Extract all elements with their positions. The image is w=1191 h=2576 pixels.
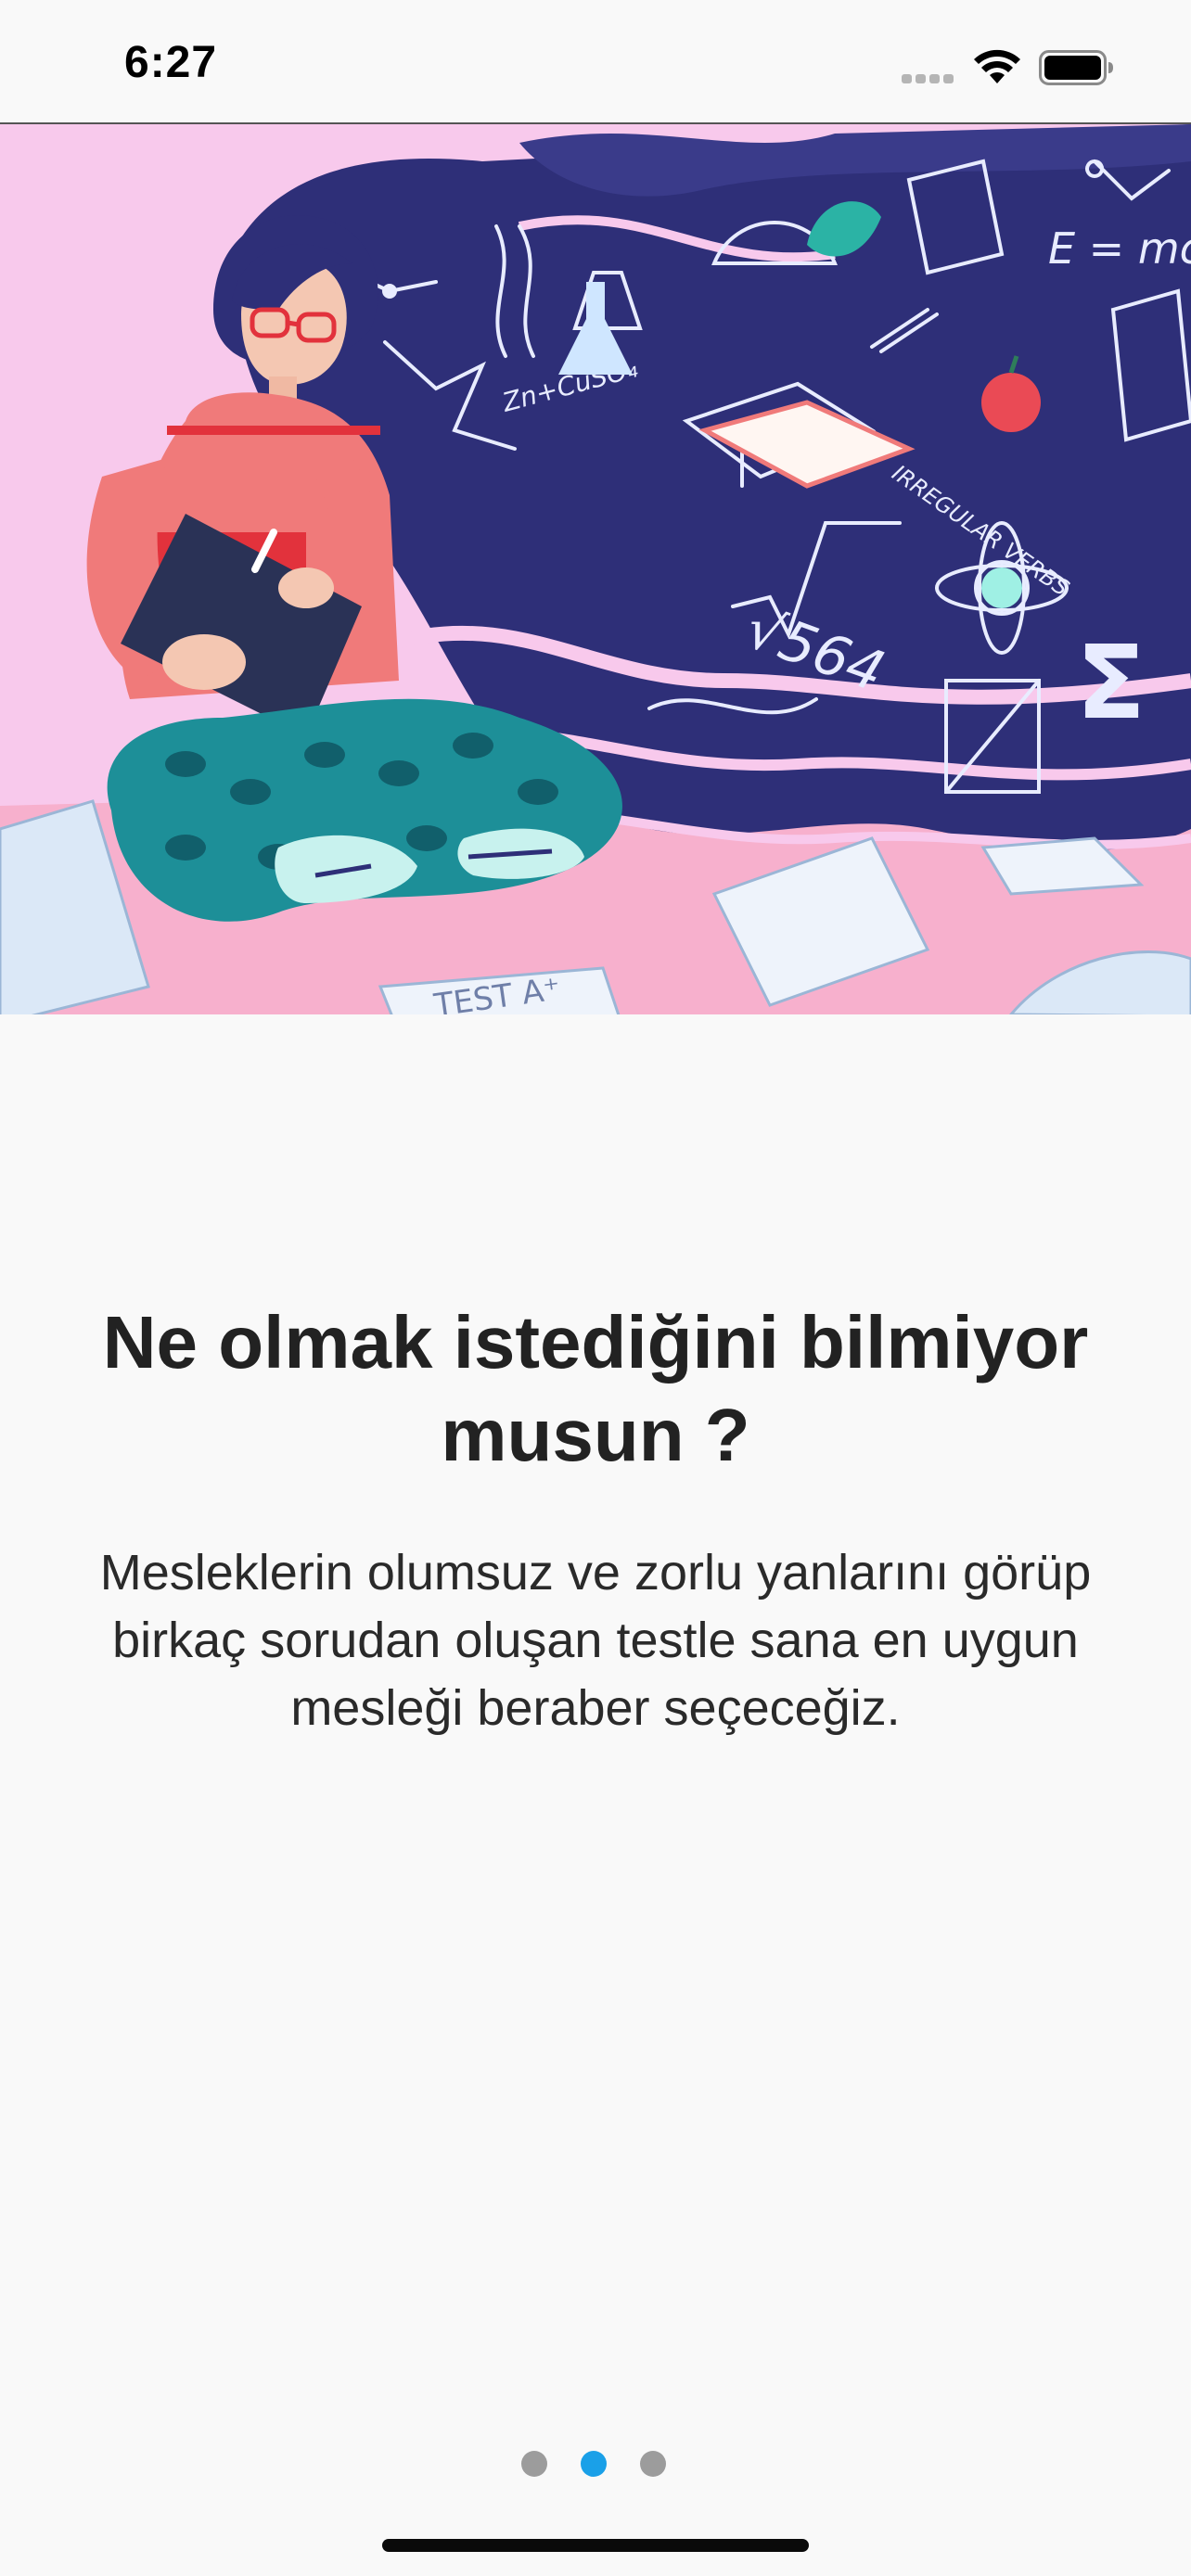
- hero-illustration: E = mc² Zn+CuSO₄ √564 IRREGULAR VERBS Σ …: [0, 122, 1191, 1014]
- page-dot-1[interactable]: [521, 2451, 547, 2477]
- onboarding-title: Ne olmak istediğini bilmiyor musun ?: [102, 1301, 1089, 1476]
- battery-icon: [1039, 50, 1113, 85]
- status-time: 6:27: [124, 38, 218, 87]
- signal-icon: [902, 74, 955, 83]
- page-dot-2-active[interactable]: [581, 2451, 607, 2477]
- home-indicator[interactable]: [382, 2539, 809, 2552]
- page-dot-3[interactable]: [640, 2451, 666, 2477]
- status-bar: 6:27: [0, 0, 1191, 122]
- wifi-icon: [974, 49, 1020, 83]
- svg-text:Σ: Σ: [1076, 623, 1146, 742]
- page-indicator[interactable]: [521, 2451, 670, 2479]
- svg-text:E = mc²: E = mc²: [1048, 223, 1191, 274]
- student-illustration: E = mc² Zn+CuSO₄ √564 IRREGULAR VERBS Σ …: [0, 124, 1191, 1014]
- onboarding-description: Mesleklerin olumsuz ve zorlu yanlarını g…: [99, 1545, 1092, 1736]
